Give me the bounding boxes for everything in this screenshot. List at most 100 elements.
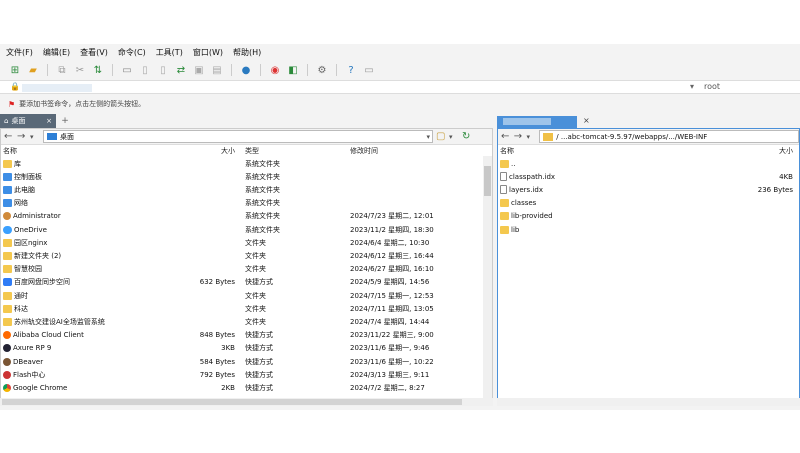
local-column-header: 名称 大小 类型 修改时间 [1, 145, 492, 156]
menu-view[interactable]: 查看(V) [80, 47, 108, 58]
file-row[interactable]: Axure RP 9 3KB 快捷方式 2023/11/6 星期一, 9:46 [1, 342, 492, 355]
address-bar[interactable]: 🔒 ▾ root [0, 80, 800, 94]
col-size[interactable]: 大小 [221, 146, 235, 156]
chevron-down-icon[interactable]: ▾ [690, 82, 694, 91]
file-name: 科达 [14, 304, 28, 313]
queue-icon[interactable]: ▤ [210, 63, 224, 77]
file-name-cell: Flash中心 [3, 370, 45, 380]
file-row[interactable]: Administrator 系统文件夹 2024/7/23 星期二, 12:01 [1, 210, 492, 223]
file-name-cell: classpath.idx [500, 172, 555, 182]
scroll-thumb[interactable] [484, 166, 491, 196]
file-row[interactable]: 园区nginx 文件夹 2024/6/4 星期二, 10:30 [1, 236, 492, 249]
cut-icon[interactable]: ✂ [73, 63, 87, 77]
file-name-cell: .. [500, 159, 515, 168]
remote-tab-close-icon[interactable]: × [583, 116, 590, 125]
page-icon[interactable]: ▯ [138, 63, 152, 77]
redacted-tab-label [503, 118, 551, 125]
col-date[interactable]: 修改时间 [350, 146, 378, 156]
file-row[interactable]: Flash中心 792 Bytes 快捷方式 2024/3/13 星期三, 9:11 [1, 368, 492, 381]
chat-icon[interactable]: ▭ [362, 63, 376, 77]
file-name-cell: 控制面板 [3, 172, 42, 182]
terminal-icon[interactable]: ▭ [120, 63, 134, 77]
file-icon [3, 185, 12, 194]
refresh-icon[interactable]: ↻ [462, 131, 472, 142]
col-name[interactable]: 名称 [3, 146, 17, 156]
local-vscrollbar[interactable] [483, 156, 492, 404]
file-name: 新建文件夹 (2) [14, 251, 62, 260]
menu-window[interactable]: 窗口(W) [193, 47, 223, 58]
file-row[interactable]: .. [498, 157, 799, 170]
remote-path-field[interactable]: / ...abc-tomcat-9.5.97/webapps/.../WEB-I… [539, 130, 800, 143]
file-row[interactable]: 控制面板 系统文件夹 [1, 170, 492, 183]
history-dropdown-icon[interactable]: ▾ [30, 133, 40, 141]
folder-up-icon[interactable]: ▢ [436, 131, 446, 142]
tab-close-icon[interactable]: × [46, 117, 52, 125]
file-row[interactable]: classpath.idx 4KB [498, 170, 799, 183]
file-row[interactable]: DBeaver 584 Bytes 快捷方式 2023/11/6 星期一, 10:22 [1, 355, 492, 368]
local-path-field[interactable]: 桌面 ▾ [43, 130, 433, 143]
menu-tools[interactable]: 工具(T) [156, 47, 183, 58]
bookmark-flag-icon[interactable]: ⚑ [8, 100, 15, 109]
compare-icon[interactable]: ▣ [192, 63, 206, 77]
forward-arrow-icon[interactable]: → [514, 131, 524, 142]
file-type: 文件夹 [245, 265, 266, 274]
chevron-down-icon[interactable]: ▾ [426, 133, 430, 141]
folder-icon [500, 225, 509, 234]
col-name[interactable]: 名称 [500, 146, 514, 156]
file-date: 2024/7/2 星期二, 8:27 [350, 383, 425, 392]
copy-icon[interactable]: ⧉ [55, 63, 69, 77]
col-type[interactable]: 类型 [245, 146, 259, 156]
menu-bar: 文件(F) 编辑(E) 查看(V) 命令(C) 工具(T) 窗口(W) 帮助(H… [0, 44, 800, 60]
menu-edit[interactable]: 编辑(E) [43, 47, 70, 58]
file-size: 792 Bytes [199, 370, 235, 379]
back-arrow-icon[interactable]: ← [4, 131, 14, 142]
file-name-cell: 通时 [3, 291, 28, 301]
file-row[interactable]: OneDrive 系统文件夹 2023/11/2 星期四, 18:30 [1, 223, 492, 236]
remote-hscrollbar[interactable] [497, 398, 800, 406]
file-row[interactable]: lib [498, 223, 799, 236]
menu-command[interactable]: 命令(C) [118, 47, 146, 58]
launch-icon[interactable]: ◧ [286, 63, 300, 77]
file-row[interactable]: 智慧校园 文件夹 2024/6/27 星期四, 16:10 [1, 263, 492, 276]
filter-icon[interactable]: ▾ [449, 133, 459, 141]
monitor-icon [47, 133, 57, 140]
file-row[interactable]: classes [498, 197, 799, 210]
file-row[interactable]: 新建文件夹 (2) 文件夹 2024/6/12 星期三, 16:44 [1, 249, 492, 262]
transfer-icon[interactable]: ⇅ [91, 63, 105, 77]
file-row[interactable]: 科达 文件夹 2024/7/11 星期四, 13:05 [1, 302, 492, 315]
local-hscrollbar[interactable] [0, 398, 493, 406]
file-row[interactable]: 苏州轨交建设AI全场监管系统 文件夹 2024/7/4 星期四, 14:44 [1, 315, 492, 328]
menu-help[interactable]: 帮助(H) [233, 47, 261, 58]
file-row[interactable]: 此电脑 系统文件夹 [1, 183, 492, 196]
file-row[interactable]: 网络 系统文件夹 [1, 197, 492, 210]
file-row[interactable]: 通时 文件夹 2024/7/15 星期一, 12:53 [1, 289, 492, 302]
file-row[interactable]: 库 系统文件夹 [1, 157, 492, 170]
remote-tab[interactable]: × [497, 116, 800, 128]
gear-icon[interactable]: ⚙ [315, 63, 329, 77]
file-row[interactable]: 百度网盘同步空间 632 Bytes 快捷方式 2024/5/9 星期四, 14:56 [1, 276, 492, 289]
new-connection-icon[interactable]: ⊞ [8, 63, 22, 77]
folder-icon [3, 251, 12, 260]
back-arrow-icon[interactable]: ← [501, 131, 511, 142]
scroll-thumb[interactable] [2, 399, 462, 405]
tab-desktop[interactable]: ⌂ 桌面 × [0, 114, 56, 128]
add-tab-icon[interactable]: + [58, 114, 72, 128]
history-dropdown-icon[interactable]: ▾ [527, 133, 537, 141]
sync-icon[interactable]: ⇄ [174, 63, 188, 77]
file-row[interactable]: layers.idx 236 Bytes [498, 183, 799, 196]
file-row[interactable]: lib-provided [498, 210, 799, 223]
page2-icon[interactable]: ▯ [156, 63, 170, 77]
col-size[interactable]: 大小 [779, 146, 793, 156]
file-row[interactable]: Alibaba Cloud Client 848 Bytes 快捷方式 2023/11… [1, 329, 492, 342]
globe-icon[interactable]: ● [239, 63, 253, 77]
session-icon[interactable]: ◉ [268, 63, 282, 77]
file-row[interactable]: Google Chrome 2KB 快捷方式 2024/7/2 星期二, 8:27 [1, 381, 492, 394]
open-folder-icon[interactable]: ▰ [26, 63, 40, 77]
remote-pane: ← → ▾ / ...abc-tomcat-9.5.97/webapps/...… [497, 128, 800, 404]
forward-arrow-icon[interactable]: → [17, 131, 27, 142]
help-icon[interactable]: ? [344, 63, 358, 77]
file-name-cell: 科达 [3, 304, 28, 314]
menu-file[interactable]: 文件(F) [6, 47, 33, 58]
folder-icon [500, 199, 509, 208]
file-type: 系统文件夹 [245, 172, 280, 181]
